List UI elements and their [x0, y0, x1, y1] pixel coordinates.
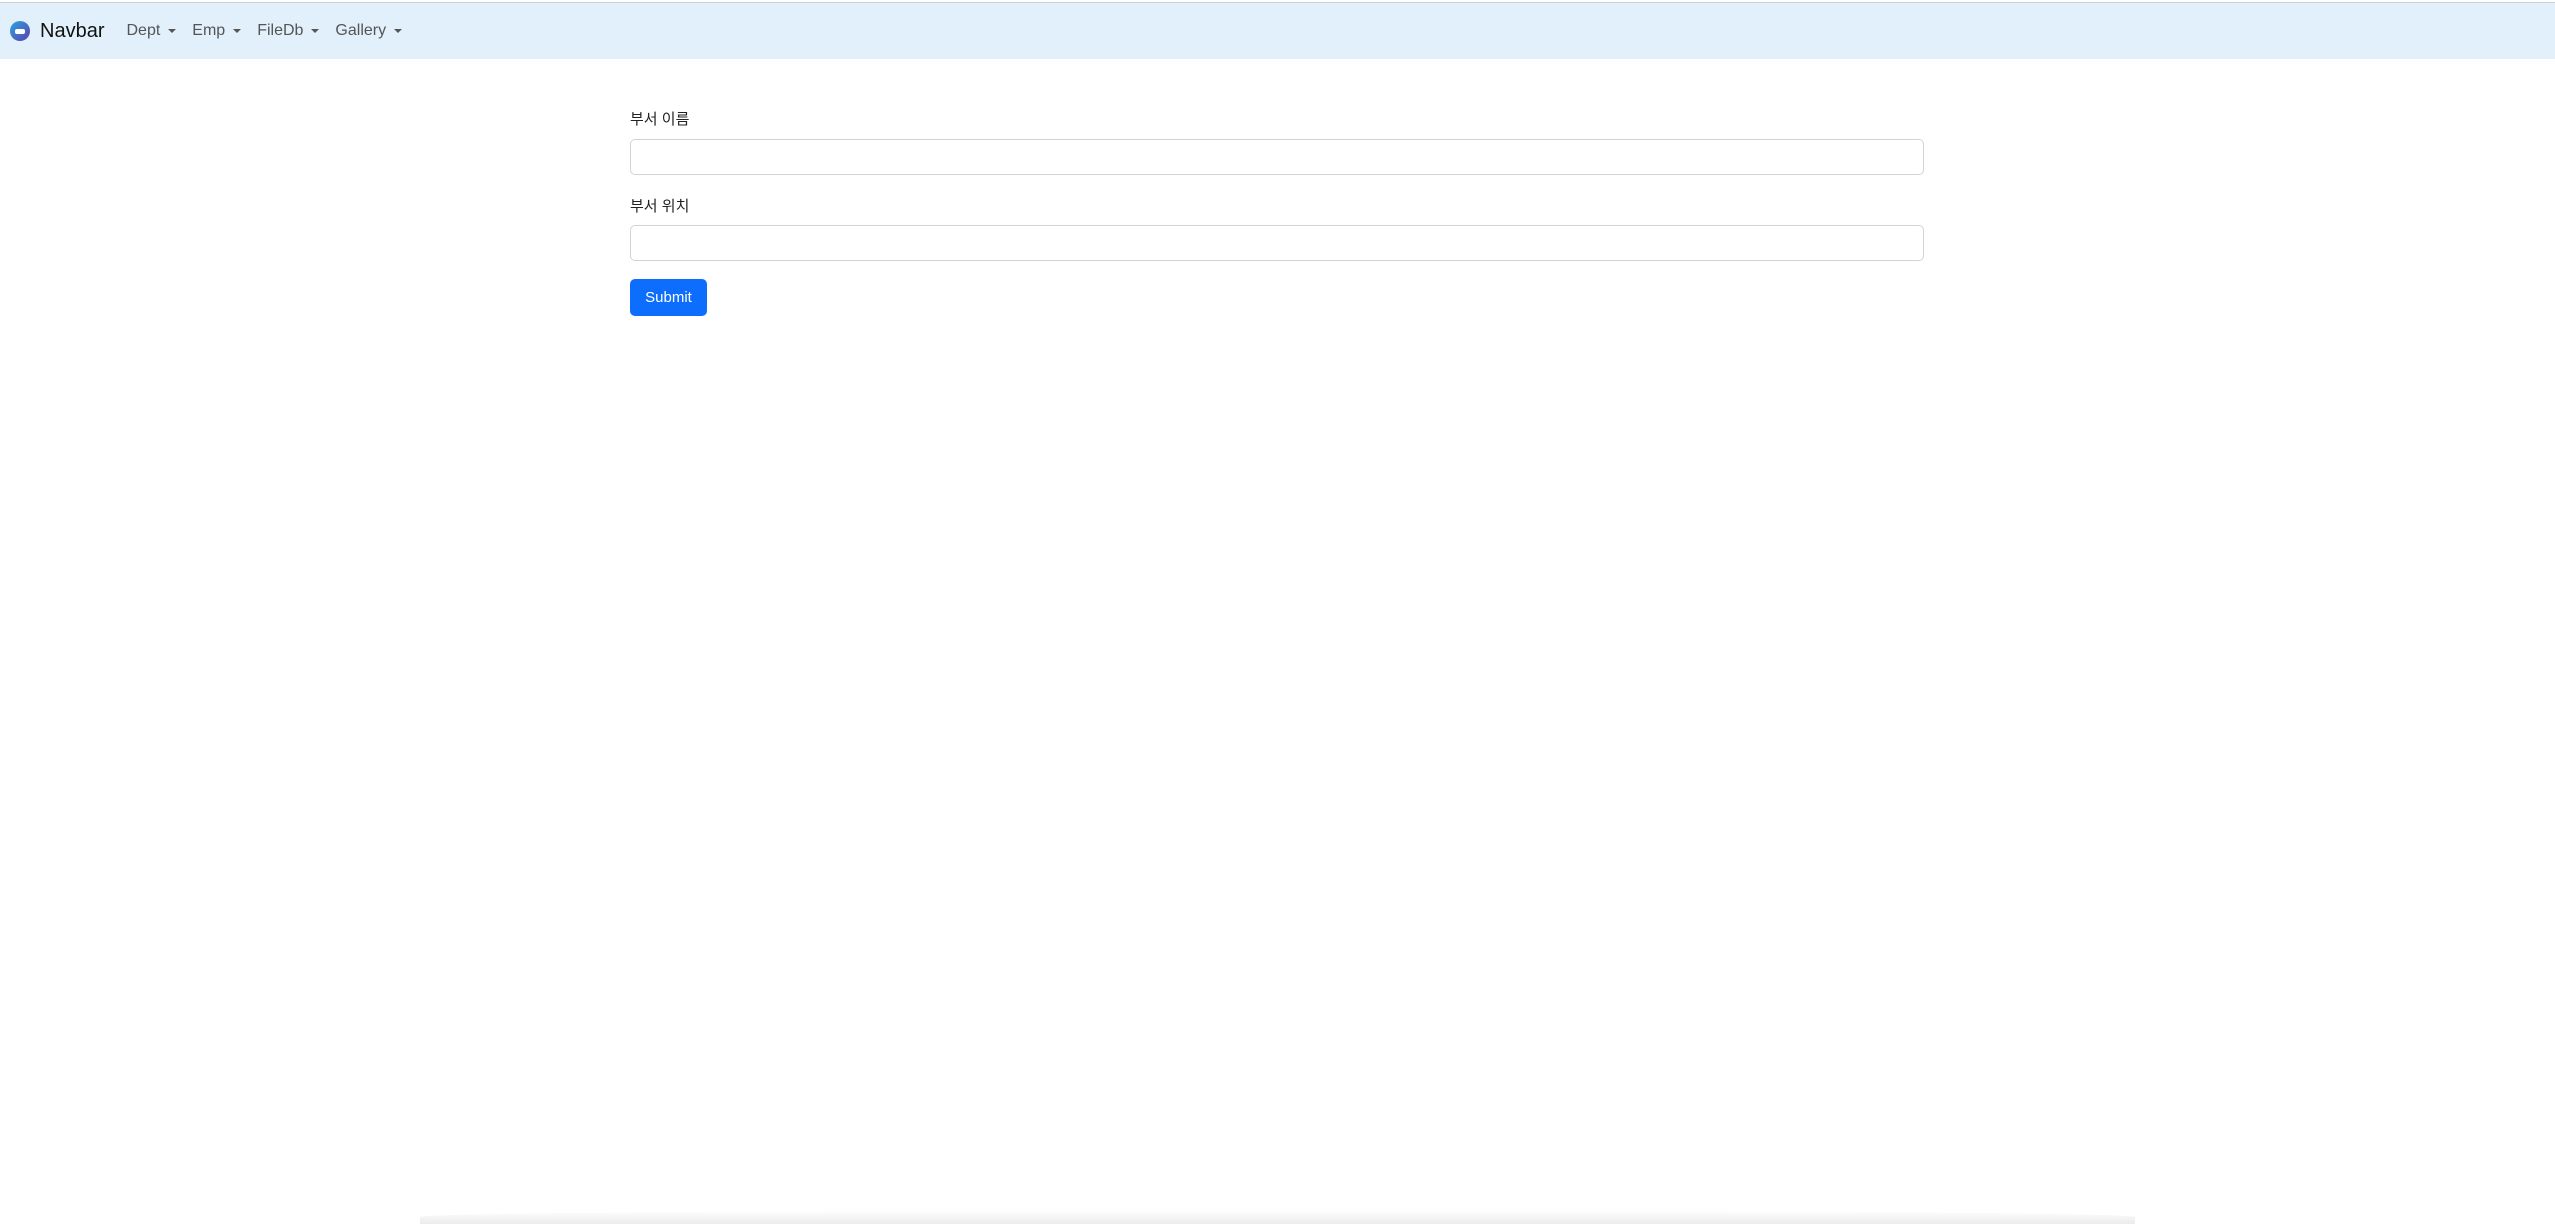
nav-label: Gallery: [335, 22, 386, 40]
navbar: Navbar Dept Emp FileDb Gallery: [0, 2, 2555, 59]
submit-button[interactable]: Submit: [630, 279, 707, 316]
nav-label: Emp: [192, 22, 225, 40]
nav-dropdown-dept[interactable]: Dept: [126, 22, 176, 40]
nav-label: FileDb: [257, 22, 303, 40]
bottom-shadow: [420, 1210, 2135, 1224]
navbar-brand[interactable]: Navbar: [10, 20, 104, 43]
nav-dropdown-emp[interactable]: Emp: [192, 22, 241, 40]
caret-down-icon: [311, 29, 319, 33]
dept-name-input[interactable]: [630, 139, 1924, 175]
nav-dropdown-gallery[interactable]: Gallery: [335, 22, 402, 40]
nav-dropdown-filedb[interactable]: FileDb: [257, 22, 319, 40]
dept-location-input[interactable]: [630, 225, 1924, 261]
caret-down-icon: [168, 29, 176, 33]
caret-down-icon: [394, 29, 402, 33]
logo-icon: [10, 21, 30, 41]
brand-text: Navbar: [40, 20, 104, 43]
dept-name-label: 부서 이름: [630, 108, 689, 129]
dept-location-label: 부서 위치: [630, 195, 689, 216]
nav-label: Dept: [126, 22, 160, 40]
caret-down-icon: [233, 29, 241, 33]
